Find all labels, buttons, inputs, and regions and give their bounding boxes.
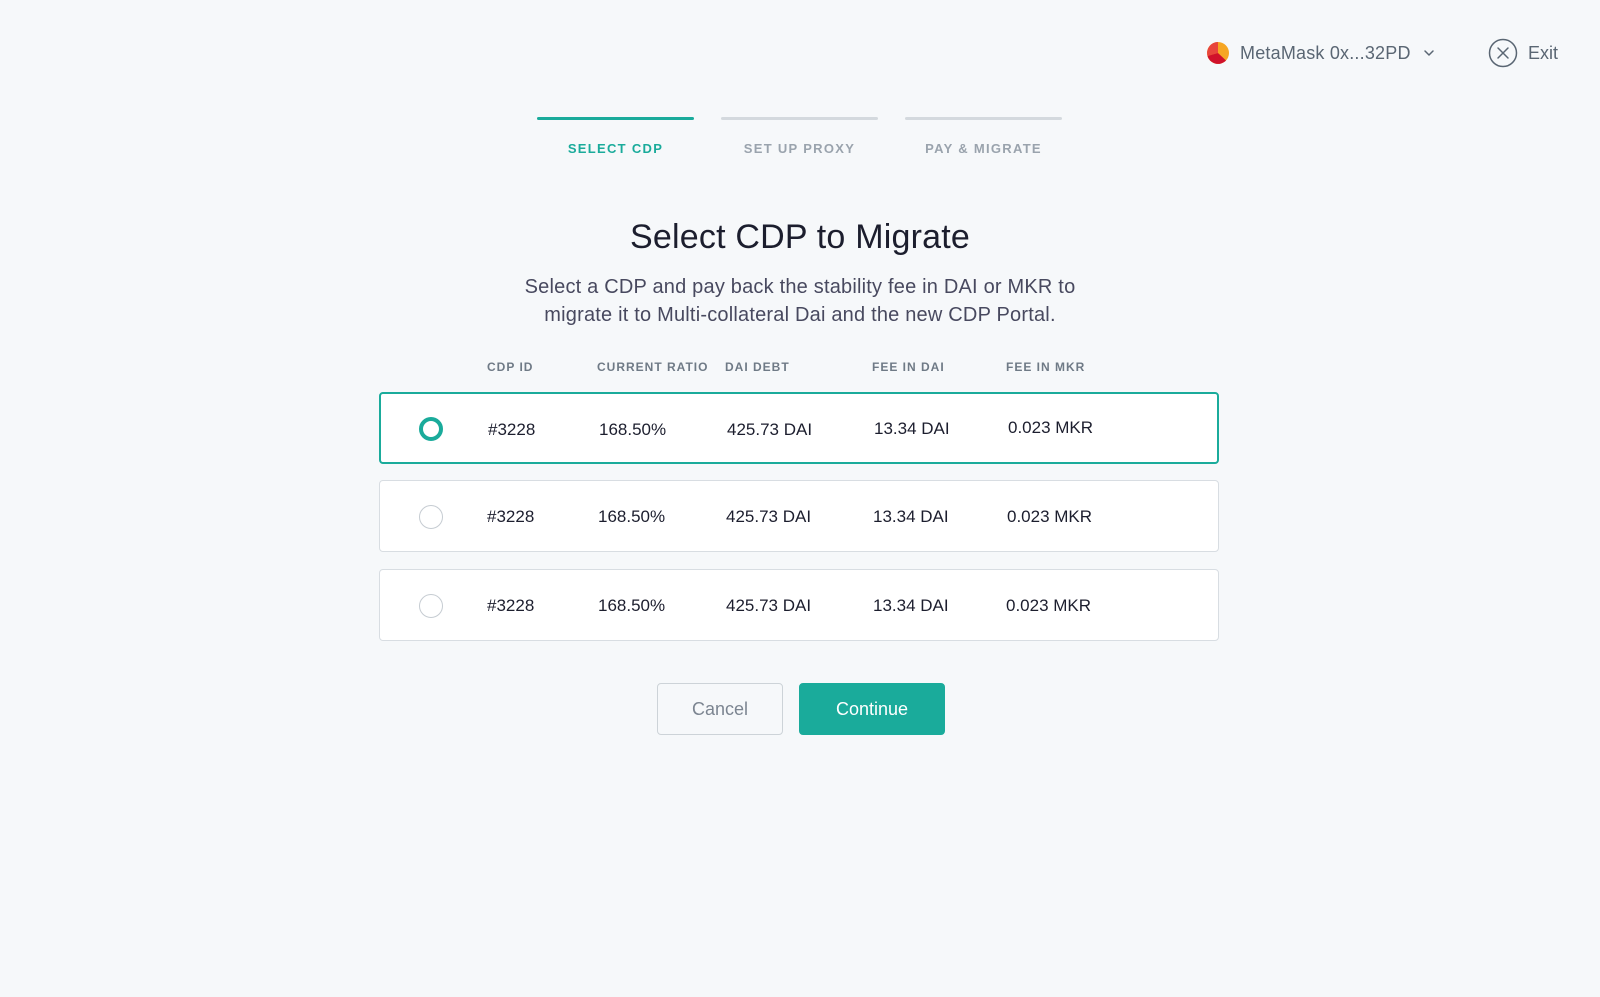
cdp-id: #3228 <box>488 420 536 439</box>
column-header-fee-in-mkr: FEE IN MKR <box>1006 360 1086 374</box>
account-label: MetaMask 0x...32PD <box>1240 42 1411 63</box>
continue-button[interactable]: Continue <box>799 683 945 735</box>
table-row[interactable]: #3228 168.50% 425.73 DAI 13.34 DAI 0.023… <box>379 480 1219 552</box>
fee-in-dai: 13.34 DAI <box>873 596 949 615</box>
dai-debt: 425.73 DAI <box>727 420 813 439</box>
table-header: CDP ID CURRENT RATIO DAI DEBT FEE IN DAI… <box>379 358 1221 380</box>
chevron-down-icon <box>1423 50 1434 56</box>
radio-button[interactable] <box>419 505 443 529</box>
dai-debt: 425.73 DAI <box>726 596 812 615</box>
step-label: PAY & MIGRATE <box>925 141 1042 156</box>
table-row[interactable]: #3228 168.50% 425.73 DAI 13.34 DAI 0.023… <box>379 392 1219 464</box>
cdp-id: #3228 <box>487 596 535 615</box>
page-title: Select CDP to Migrate <box>630 218 970 256</box>
fee-in-mkr: 0.023 MKR <box>1008 418 1094 437</box>
current-ratio: 168.50% <box>598 596 666 615</box>
fee-in-dai: 13.34 DAI <box>874 419 950 438</box>
page-subtitle: Select a CDP and pay back the stability … <box>524 276 1076 326</box>
close-circle-icon <box>1488 38 1518 68</box>
column-header-dai-debt: DAI DEBT <box>725 360 790 374</box>
cdp-id: #3228 <box>487 507 535 526</box>
column-header-current-ratio: CURRENT RATIO <box>597 360 709 374</box>
step-label: SET UP PROXY <box>743 141 856 156</box>
metamask-logo-icon <box>1207 42 1229 64</box>
current-ratio: 168.50% <box>599 420 667 439</box>
step-select-cdp: SELECT CDP <box>537 117 694 156</box>
step-pay-and-migrate: PAY & MIGRATE <box>905 117 1062 156</box>
radio-button[interactable] <box>419 417 443 441</box>
step-bar <box>721 117 878 120</box>
exit-button[interactable]: Exit <box>1488 38 1558 68</box>
account-selector[interactable]: MetaMask 0x...32PD <box>1206 41 1435 65</box>
step-set-up-proxy: SET UP PROXY <box>721 117 878 156</box>
fee-in-dai: 13.34 DAI <box>873 507 949 526</box>
radio-button[interactable] <box>419 594 443 618</box>
cancel-button[interactable]: Cancel <box>657 683 783 735</box>
dai-debt: 425.73 DAI <box>726 507 812 526</box>
step-bar <box>537 117 694 120</box>
current-ratio: 168.50% <box>598 507 666 526</box>
fee-in-mkr: 0.023 MKR <box>1007 507 1093 526</box>
column-header-fee-in-dai: FEE IN DAI <box>872 360 945 374</box>
exit-label: Exit <box>1528 42 1559 63</box>
step-label: SELECT CDP <box>567 141 664 156</box>
fee-in-mkr: 0.023 MKR <box>1006 596 1092 615</box>
cdp-table: CDP ID CURRENT RATIO DAI DEBT FEE IN DAI… <box>379 358 1221 641</box>
step-bar <box>905 117 1062 120</box>
progress-stepper: SELECT CDP SET UP PROXY PAY & MIGRATE <box>537 117 1062 156</box>
column-header-cdp-id: CDP ID <box>487 360 534 374</box>
table-row[interactable]: #3228 168.50% 425.73 DAI 13.34 DAI 0.023… <box>379 569 1219 641</box>
